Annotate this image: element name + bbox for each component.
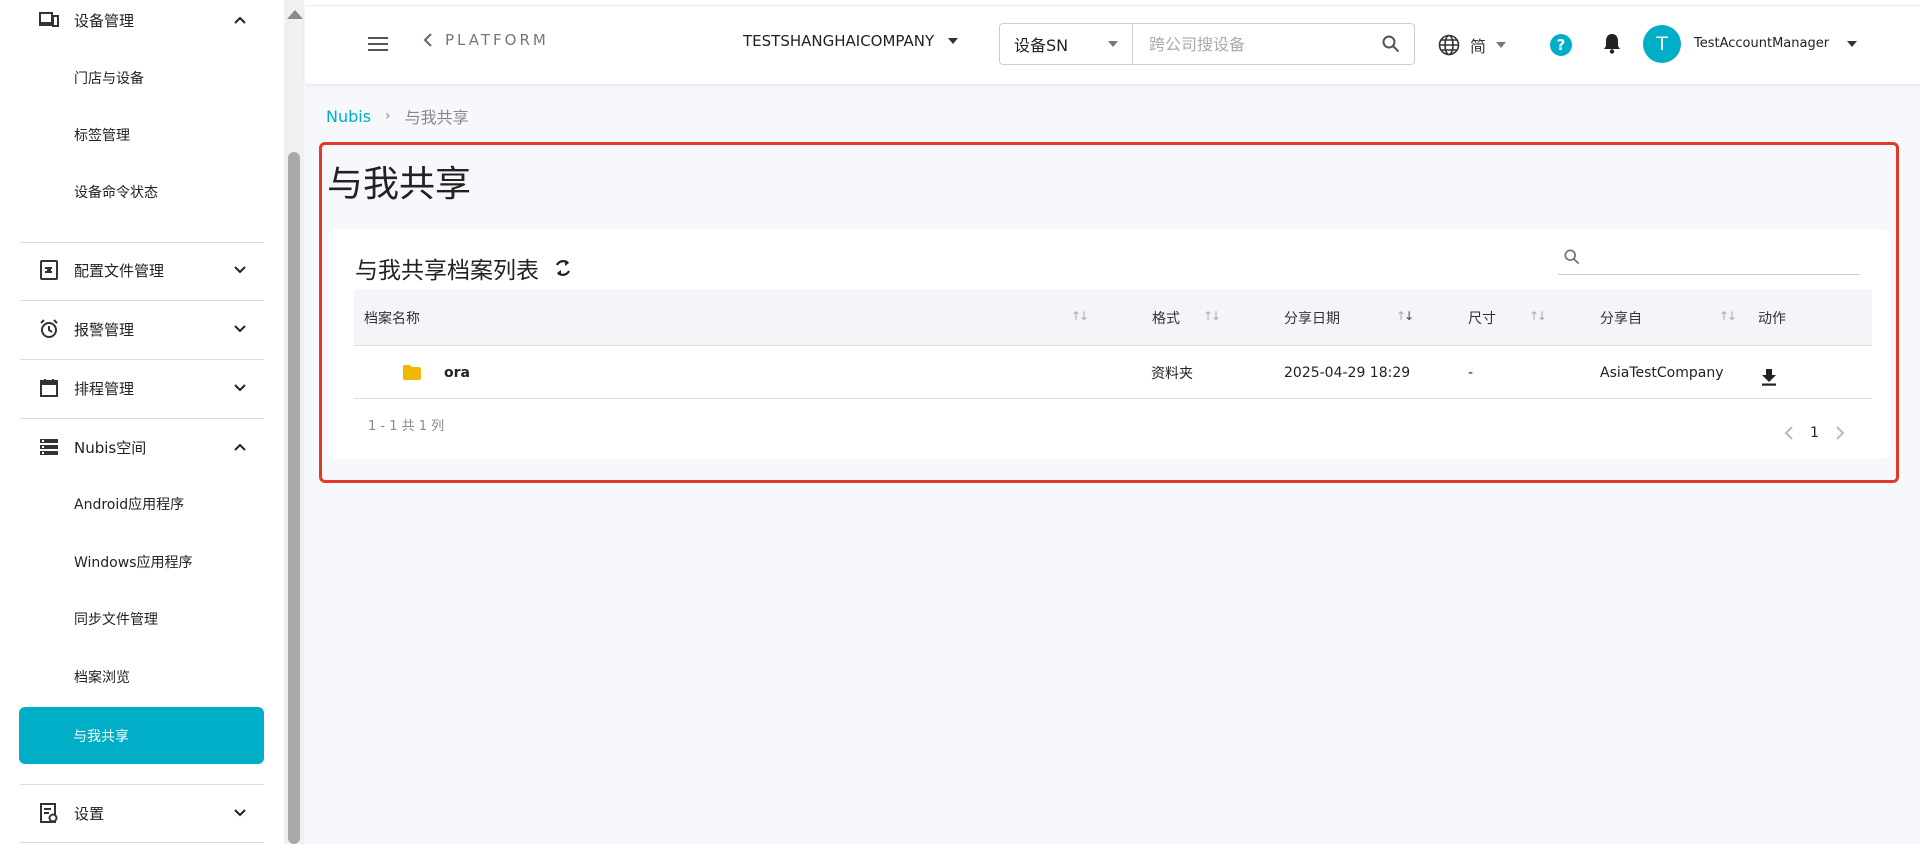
- pagination: 1: [1784, 425, 1845, 441]
- sidebar-group-nubis-space[interactable]: Nubis空间: [20, 418, 264, 476]
- notification-bell-icon[interactable]: [1602, 32, 1622, 58]
- breadcrumb: Nubis › 与我共享: [326, 104, 469, 128]
- breadcrumb-root-link[interactable]: Nubis: [326, 107, 371, 126]
- scroll-up-arrow-icon[interactable]: [287, 10, 303, 19]
- table-search-input[interactable]: [1590, 248, 1860, 265]
- chevron-down-icon: [230, 260, 250, 280]
- sidebar-item-sync-file-management[interactable]: 同步文件管理: [20, 591, 264, 647]
- globe-icon: [1438, 34, 1460, 56]
- search-icon[interactable]: [1382, 35, 1400, 53]
- sidebar-group-label: 报警管理: [74, 320, 135, 339]
- sidebar-group-settings[interactable]: 设置: [20, 784, 264, 842]
- sort-arrows-icon[interactable]: ↑↓: [1203, 309, 1221, 323]
- breadcrumb-separator-icon: ›: [385, 108, 391, 124]
- pagination-info: 1 - 1 共 1 列: [368, 419, 445, 434]
- back-label: PLATFORM: [445, 31, 549, 49]
- sidebar-group-config-files[interactable]: 配置文件管理: [20, 241, 264, 299]
- search-type-select[interactable]: 设备SN: [999, 23, 1133, 65]
- back-to-platform-button[interactable]: PLATFORM: [423, 31, 549, 49]
- sidebar-item-windows-apps[interactable]: Windows应用程序: [20, 534, 264, 590]
- chevron-left-icon[interactable]: [1784, 425, 1794, 441]
- sidebar: 设备管理 门店与设备 标签管理 设备命令状态 配置文件管理 报警管理 排程管理 …: [0, 0, 284, 844]
- shared-files-card: 与我共享档案列表 档案名称 ↑↓ 格式 ↑↓ 分享日期 ↑↓ 尺寸 ↑↓ 分享自…: [328, 229, 1891, 459]
- sort-arrows-icon[interactable]: ↑↓: [1719, 309, 1737, 323]
- sidebar-group-device-management[interactable]: 设备管理: [20, 0, 264, 49]
- caret-down-icon: [1847, 40, 1858, 47]
- sort-arrows-icon[interactable]: ↑↓: [1396, 309, 1414, 323]
- sort-arrows-icon[interactable]: ↑↓: [1529, 309, 1547, 323]
- share-date: 2025-04-29 18:29: [1284, 364, 1411, 381]
- device-search-box: [1133, 23, 1415, 65]
- company-selector[interactable]: TESTSHANGHAICOMPANY: [743, 32, 959, 50]
- file-format: 资料夹: [1151, 365, 1193, 382]
- table-search-box: [1558, 239, 1860, 275]
- search-type-value: 设备SN: [1014, 36, 1069, 55]
- sidebar-group-label: 排程管理: [74, 379, 135, 398]
- table-row[interactable]: ora 资料夹 2025-04-29 18:29 - AsiaTestCompa…: [354, 346, 1872, 399]
- sidebar-group-label: 设置: [74, 804, 105, 823]
- column-header-format: 格式: [1152, 310, 1180, 327]
- file-name[interactable]: ora: [444, 346, 470, 399]
- language-selector[interactable]: 简: [1438, 33, 1507, 57]
- user-menu[interactable]: TestAccountManager: [1694, 36, 1858, 51]
- language-label: 简: [1470, 37, 1487, 56]
- caret-down-icon: [948, 38, 959, 44]
- top-bar: PLATFORM TESTSHANGHAICOMPANY 设备SN 简 ? T …: [305, 6, 1920, 84]
- sidebar-group-label: 设备管理: [74, 11, 135, 30]
- avatar[interactable]: T: [1643, 25, 1681, 63]
- storage-icon: [38, 436, 60, 458]
- sidebar-group-label: 配置文件管理: [74, 261, 165, 280]
- page-title: 与我共享: [327, 164, 472, 205]
- column-header-shared-from: 分享自: [1600, 310, 1642, 327]
- refresh-icon[interactable]: [553, 258, 573, 278]
- devices-icon: [38, 9, 60, 31]
- sidebar-item-file-browse[interactable]: 档案浏览: [20, 649, 264, 705]
- sidebar-group-schedule-management[interactable]: 排程管理: [20, 359, 264, 417]
- chevron-up-icon: [230, 437, 250, 457]
- company-name: TESTSHANGHAICOMPANY: [743, 32, 935, 50]
- chevron-down-icon: [230, 803, 250, 823]
- chevron-left-icon: [423, 33, 432, 47]
- card-header: 与我共享档案列表: [355, 251, 573, 285]
- sort-arrows-icon[interactable]: ↑↓: [1071, 309, 1089, 323]
- column-header-share-date: 分享日期: [1284, 310, 1340, 327]
- caret-down-icon: [1496, 42, 1507, 48]
- sidebar-divider: [20, 842, 264, 843]
- file-size: -: [1468, 364, 1474, 381]
- folder-icon: [403, 346, 421, 399]
- chevron-down-icon: [230, 378, 250, 398]
- sidebar-item-stores-devices[interactable]: 门店与设备: [20, 50, 264, 106]
- shared-from: AsiaTestCompany: [1600, 364, 1724, 381]
- alarm-clock-icon: [38, 318, 60, 340]
- chevron-down-icon: [230, 319, 250, 339]
- sidebar-item-android-apps[interactable]: Android应用程序: [20, 476, 264, 532]
- sidebar-item-tag-management[interactable]: 标签管理: [20, 107, 264, 163]
- sidebar-item-shared-with-me[interactable]: 与我共享: [19, 707, 264, 764]
- sidebar-item-device-command-status[interactable]: 设备命令状态: [20, 164, 264, 220]
- caret-down-icon: [1108, 41, 1118, 47]
- hamburger-menu-button[interactable]: [368, 32, 392, 56]
- card-title: 与我共享档案列表: [355, 258, 539, 284]
- breadcrumb-current: 与我共享: [404, 108, 469, 127]
- chevron-up-icon: [230, 10, 250, 30]
- download-icon[interactable]: [1761, 350, 1777, 403]
- calendar-icon: [38, 377, 60, 399]
- settings-document-icon: [38, 802, 60, 824]
- column-header-name: 档案名称: [364, 310, 420, 327]
- column-header-size: 尺寸: [1468, 310, 1496, 327]
- search-icon: [1564, 248, 1580, 264]
- chevron-right-icon[interactable]: [1835, 425, 1845, 441]
- username-label: TestAccountManager: [1694, 36, 1830, 51]
- sidebar-group-alarm-management[interactable]: 报警管理: [20, 300, 264, 358]
- sidebar-group-label: Nubis空间: [74, 438, 147, 457]
- config-file-icon: [38, 259, 60, 281]
- column-header-actions: 动作: [1758, 310, 1786, 327]
- table-header: 档案名称 ↑↓ 格式 ↑↓ 分享日期 ↑↓ 尺寸 ↑↓ 分享自 ↑↓ 动作: [354, 289, 1872, 346]
- help-button[interactable]: ?: [1550, 34, 1572, 56]
- current-page[interactable]: 1: [1810, 425, 1819, 441]
- sidebar-scroll-area: 设备管理 门店与设备 标签管理 设备命令状态 配置文件管理 报警管理 排程管理 …: [0, 0, 284, 844]
- sidebar-scrollbar-thumb[interactable]: [288, 152, 300, 844]
- device-search-input[interactable]: [1149, 34, 1382, 54]
